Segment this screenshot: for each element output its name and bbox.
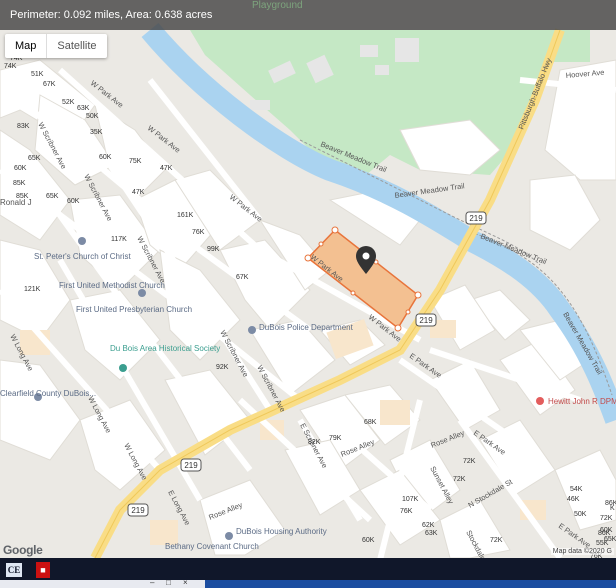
map-graphic: 219 219 219 219 W Park Ave W Park Ave W … [0,22,616,558]
restore-icon[interactable]: □ [166,578,171,587]
street-label: Rose Alley [429,428,465,450]
price-label: 47K [132,189,145,196]
measurement-text: Perimeter: 0.092 miles, Area: 0.638 acre… [10,9,213,21]
price-label: 83K [17,123,30,130]
price-label: 50K [574,511,587,518]
poi-label: Clearfield County DuBois... [0,389,96,398]
map-type-satellite-button[interactable]: Satellite [47,34,106,58]
price-label: 60K [14,165,27,172]
price-label: 62K [422,522,435,529]
map-type-map-button[interactable]: Map [5,34,48,58]
shield-219: 219 [184,461,198,470]
price-label: 99K [207,246,220,253]
street-label: N Stockdale St [467,477,515,510]
price-label: 60K [600,527,613,534]
price-label: 65K [46,193,59,200]
price-label: 50K [86,113,99,120]
price-label: 60K [67,198,80,205]
poi-label: First United Methodist Church [59,281,165,290]
price-label: 92K [216,364,229,371]
price-label: 35K [90,129,103,136]
taskbar: CE ■ – □ × [0,558,616,588]
minimize-icon[interactable]: – [150,578,154,587]
window-strip: – □ × [0,578,616,588]
price-label: 74K [4,63,17,70]
price-label: 107K [402,496,419,503]
price-label: 46K [567,496,580,503]
price-label: 75K [129,158,142,165]
price-label: 68K [364,419,377,426]
price-label: 121K [24,286,41,293]
selected-parcel[interactable] [306,228,419,330]
price-label: 72K [463,458,476,465]
shield-219: 219 [131,506,145,515]
price-label: 161K [177,212,194,219]
price-label: K [610,505,615,512]
price-label: 79K [329,435,342,442]
active-window-tab[interactable] [205,580,616,588]
map-type-control[interactable]: Map Satellite [5,34,107,58]
church-icon [138,289,146,297]
price-label: 60K [362,537,375,544]
map-attribution[interactable]: Map data ©2020 G [550,548,614,555]
price-label: 72K [490,537,503,544]
price-label: 47K [160,165,173,172]
poi-label: DuBois Police Department [259,323,354,332]
poi-label: Du Bois Area Historical Society [110,344,220,353]
price-label: 72K [453,476,466,483]
price-label: 76K [192,229,205,236]
price-label: 54K [570,486,583,493]
building-icon [225,532,233,540]
poi-label: St. Peter's Church of Christ [34,252,131,261]
price-label: 63K [77,105,90,112]
price-label: 65K [604,536,616,543]
measurement-bar: Playground Perimeter: 0.092 miles, Area:… [0,0,616,30]
price-label: 82K [308,439,321,446]
price-label: 63K [425,530,438,537]
poi-label: First United Presbyterian Church [76,305,192,314]
price-label: 60K [99,154,112,161]
map-canvas[interactable]: 219 219 219 219 W Park Ave W Park Ave W … [0,0,616,558]
price-label: 76K [400,508,413,515]
museum-icon [119,364,127,372]
poi-label: Bethany Covenant Church [165,542,259,551]
place-label: Playground [252,0,303,11]
price-label: 85K [13,180,26,187]
shield-219: 219 [469,214,483,223]
poi-label: Hewitt John R DPM [548,397,616,406]
price-label: 72K [600,515,613,522]
close-icon[interactable]: × [183,578,188,587]
ce-app-icon[interactable]: CE [6,563,22,577]
pdf-app-icon[interactable]: ■ [36,562,50,578]
street-label: Beaver Meadow Trail [394,181,465,200]
price-label: 52K [62,99,75,106]
price-label: 51K [31,71,44,78]
price-label: 67K [236,274,249,281]
google-logo: Google [3,543,43,557]
price-label: 67K [43,81,56,88]
poi-label: DuBois Housing Authority [236,527,327,536]
police-icon [248,326,256,334]
price-label: 117K [111,236,127,243]
medical-icon [536,397,544,405]
price-label: 85K [16,193,29,200]
church-icon [78,237,86,245]
price-label: 65K [28,155,41,162]
shield-219: 219 [419,316,433,325]
